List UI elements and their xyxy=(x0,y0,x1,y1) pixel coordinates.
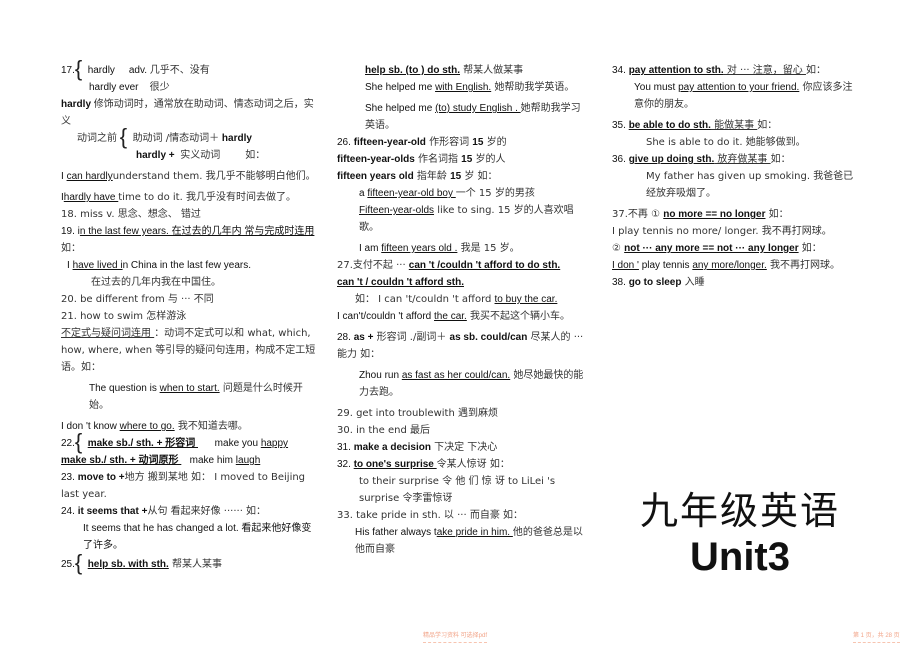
item-28: 28. as + 形容词 ./副词＋ as sb. could/can 尽某人的… xyxy=(337,332,584,360)
item-38: 38. go to sleep 入睡 xyxy=(612,277,705,288)
example: Ihardly have time to do it. 我几乎没有时间去做了。 xyxy=(61,192,296,203)
item-22-b: make sb./ sth. + 动词原形 make him laugh xyxy=(61,455,261,466)
item-25-b: help sb. (to ) do sth. 帮某人做某事 xyxy=(365,65,524,76)
item-24: 24. it seems that +从句 看起来好像 ······ 如： xyxy=(61,506,267,517)
item-20: 20. be different from 与 ··· 不同 xyxy=(61,294,214,305)
example: My father has given up smoking. 我爸爸已经放弃吸… xyxy=(646,171,854,199)
item-27-b: can 't / couldn 't afford sth. xyxy=(337,277,464,288)
example: I can't/couldn 't afford the car. 我买不起这个… xyxy=(337,311,571,322)
footer-watermark: 精品学习资料 可选择pdf xyxy=(423,630,488,643)
example: You must pay attention to your friend. 你… xyxy=(634,82,853,110)
example: Fifteen-year-olds like to sing. 15 岁的人喜欢… xyxy=(359,205,574,233)
brace-icon: { xyxy=(74,429,83,454)
example: 如： I can 't/couldn 't afford to buy the … xyxy=(355,294,558,305)
item-36: 36. give up doing sth. 放弃做某事 如： xyxy=(612,154,791,165)
example: It seems that he has changed a lot. 看起来他… xyxy=(83,523,312,551)
item-26: 26. fifteen-year-old 作形容词 15 岁的 xyxy=(337,137,507,148)
example: She helped me (to) study English . 她帮助我学… xyxy=(365,103,581,131)
document-title-chinese: 九年级英语 xyxy=(640,489,841,533)
item-29: 29. get into troublewith 遇到麻烦 xyxy=(337,408,498,419)
item-26-b: fifteen-year-olds 作名词指 15 岁的人 xyxy=(337,154,506,165)
example: Zhou run as fast as her could/can. 她尽她最快… xyxy=(359,370,584,398)
column-middle: help sb. (to ) do sth. 帮某人做某事 She helped… xyxy=(337,62,584,558)
item-17-note: hardly 修饰动词时，通常放在助动词、情态动词之后，实义 xyxy=(61,99,314,127)
item-35: 35. be able to do sth. 能做某事 如： xyxy=(612,120,778,131)
example: a fifteen-year-old boy 一个 15 岁的男孩 xyxy=(359,188,535,199)
column-left: 17.{ hardly adv. 几乎不、没有 hardly ever 很少 h… xyxy=(61,56,316,575)
item-17-rule: 动词之前 { 助动词 /情态动词＋ hardly xyxy=(77,124,252,149)
item-17-rule-2: hardly + 实义动词 如： xyxy=(136,150,266,161)
brace-icon: { xyxy=(74,56,83,81)
column-right: 34. pay attention to sth. 对 ··· 注意，留心 如：… xyxy=(612,62,862,291)
item-25: 25.{ help sb. with sth. 帮某人某事 xyxy=(61,550,222,575)
example: I don ' play tennis any more/longer. 我不再… xyxy=(612,260,840,271)
item-18: 18. miss v. 思念、想念、 错过 xyxy=(61,209,201,220)
item-21: 21. how to swim 怎样游泳 xyxy=(61,311,187,322)
item-31: 31. make a decision 下决定 下决心 xyxy=(337,442,498,453)
example: His father always take pride in him. 他的爸… xyxy=(355,527,583,555)
item-26-c: fifteen years old 指年龄 15 岁 如： xyxy=(337,171,498,182)
document-title-unit: Unit3 xyxy=(690,535,790,579)
item-34: 34. pay attention to sth. 对 ··· 注意，留心 如： xyxy=(612,65,826,76)
item-27: 27.支付不起 ··· can 't /couldn 't afford to … xyxy=(337,260,561,271)
item-21-note: 不定式与疑问词连用 ：动词不定式可以和 what, which, how, wh… xyxy=(61,328,316,373)
brace-icon: { xyxy=(119,124,128,149)
item-19: 19. in the last few years. 在过去的几年内 常与完成时… xyxy=(61,226,315,254)
item-17-line-a: 17.{ hardly adv. 几乎不、没有 xyxy=(61,56,210,81)
example: The question is when to start. 问题是什么时候开始… xyxy=(89,383,303,411)
brace-icon: { xyxy=(74,550,83,575)
example: I don 't know where to go. 我不知道去哪。 xyxy=(61,421,248,432)
item-33: 33. take pride in sth. 以 ··· 而自豪 如： xyxy=(337,510,524,521)
example: She helped me with English. 她帮助我学英语。 xyxy=(365,82,575,93)
example: I have lived in China in the last few ye… xyxy=(67,260,251,271)
example: I play tennis no more/ longer. 我不再打网球。 xyxy=(612,226,832,237)
item-32: 32. to one's surprise 令某人惊讶 如： xyxy=(337,459,510,470)
item-23: 23. move to +地方 搬到某地 如： I moved to Beiji… xyxy=(61,472,306,500)
example-translation: 在过去的几年内我在中国住。 xyxy=(91,277,221,288)
example: I can hardlyunderstand them. 我几乎不能够明白他们。 xyxy=(61,171,316,182)
item-30: 30. in the end 最后 xyxy=(337,425,430,436)
item-22-a: 22.{ make sb./ sth. + 形容词 make you happy xyxy=(61,429,289,454)
item-37: 37.不再 ① no more == no longer 如： xyxy=(612,209,789,220)
item-37-b: ② not ··· any more == not ··· any longer… xyxy=(612,243,822,254)
example: to their surprise 令 他 们 惊 讶 to LiLei 's … xyxy=(359,476,556,504)
example: I am fifteen years old . 我是 15 岁。 xyxy=(359,243,520,254)
example: She is able to do it. 她能够做到。 xyxy=(646,137,806,148)
page-indicator: 第 1 页，共 28 页 xyxy=(853,630,900,643)
item-17-line-b: hardly ever 很少 xyxy=(89,82,170,93)
